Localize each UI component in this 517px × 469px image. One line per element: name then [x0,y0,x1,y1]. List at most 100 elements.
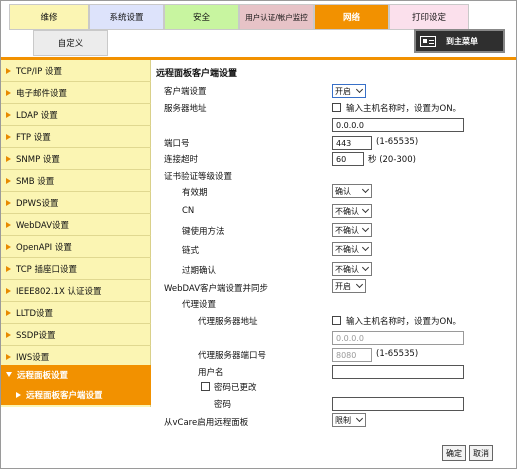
main-menu-button[interactable]: 到主菜单 [414,29,505,53]
select-value: 确认 [335,186,351,196]
sidebar-item-tcpip[interactable]: TCP/IP 设置 [1,60,151,82]
tab-system-settings[interactable]: 系统设置 [89,4,164,30]
sidebar-item-tcp-socket[interactable]: TCP 插座口设置 [1,258,151,280]
sidebar-item-label: TCP/IP 设置 [16,66,62,77]
proxy-host-name-checkbox-label: 输入主机名称时，设置为ON。 [346,317,462,327]
password-changed-checkbox[interactable] [201,382,210,391]
sidebar-item-ieee8021x[interactable]: IEEE802.1X 认证设置 [1,280,151,302]
select-value: 不确认 [335,264,359,274]
host-name-checkbox[interactable] [332,103,341,112]
username-input[interactable] [332,365,464,379]
sidebar-item-dpws[interactable]: DPWS设置 [1,192,151,214]
key-usage-select[interactable]: 不确认 [332,223,372,237]
tab-security[interactable]: 安全 [164,4,239,30]
select-value: 开启 [335,281,351,291]
tab-maintenance[interactable]: 维修 [9,4,89,30]
sidebar-item-label: SNMP 设置 [16,154,60,165]
chevron-down-icon [355,280,364,289]
input-value: 0.0.0.0 [336,333,364,343]
chevron-down-icon [355,414,364,423]
sidebar: TCP/IP 设置 电子邮件设置 LDAP 设置 FTP 设置 SNMP 设置 … [1,60,151,468]
tab-label: 自定义 [57,39,84,49]
chevron-down-icon [361,205,370,214]
proxy-port-range-hint: (1-65535) [376,349,419,359]
cn-select[interactable]: 不确认 [332,204,372,218]
arrow-right-icon [6,111,11,118]
tab-label: 系统设置 [109,13,144,23]
ok-button[interactable]: 确定 [442,445,466,461]
sidebar-item-remote-panel[interactable]: 远程面板设置 [1,365,151,385]
arrow-right-icon [6,89,11,96]
arrow-right-icon [6,177,11,184]
main-menu-icon [420,35,436,47]
arrow-right-icon [6,133,11,140]
password-changed-label: 密码已更改 [214,383,257,393]
arrow-right-icon [6,199,11,206]
arrow-right-icon [6,331,11,338]
server-address-input[interactable]: 0.0.0.0 [332,118,464,132]
sidebar-item-email[interactable]: 电子邮件设置 [1,82,151,104]
sidebar-item-snmp[interactable]: SNMP 设置 [1,148,151,170]
expiry-select[interactable]: 不确认 [332,262,372,276]
tab-user-auth[interactable]: 用户认证/帐户监控 [239,4,314,30]
sidebar-item-webdav[interactable]: WebDAV设置 [1,214,151,236]
cancel-button[interactable]: 取消 [469,445,493,461]
input-value: 0.0.0.0 [336,120,364,130]
proxy-port-input[interactable]: 8080 [332,348,372,362]
sidebar-item-label: TCP 插座口设置 [16,264,77,275]
tab-network[interactable]: 网络 [314,4,389,30]
proxy-server-input[interactable]: 0.0.0.0 [332,331,464,345]
expiry-label: 过期确认 [182,266,217,276]
proxy-port-label: 代理服务器端口号 [198,351,267,361]
sidebar-item-ldap[interactable]: LDAP 设置 [1,104,151,126]
host-name-checkbox-label: 输入主机名称时，设置为ON。 [346,104,462,114]
sidebar-item-label: DPWS设置 [16,198,59,209]
sidebar-subitem-remote-panel-client[interactable]: 远程面板客户端设置 [1,385,151,405]
client-setting-label: 客户端设置 [164,87,207,97]
proxy-server-label: 代理服务器地址 [198,317,258,327]
sidebar-item-ftp[interactable]: FTP 设置 [1,126,151,148]
input-value: 443 [336,138,352,148]
validity-label: 有效期 [182,188,208,198]
proxy-host-name-checkbox[interactable] [332,316,341,325]
arrow-right-icon [16,391,21,398]
page-title: 远程面板客户端设置 [156,69,238,79]
vcare-remote-panel-select[interactable]: 限制 [332,413,366,427]
timeout-input[interactable]: 60 [332,152,364,166]
password-input[interactable] [332,397,464,411]
sidebar-item-label: OpenAPI 设置 [16,242,72,253]
select-value: 限制 [335,415,351,425]
key-usage-label: 键使用方法 [182,227,225,237]
webdav-sync-select[interactable]: 开启 [332,279,366,293]
select-value: 开启 [335,86,351,96]
tab-label: 维修 [40,13,58,23]
chevron-down-icon [355,85,364,94]
tab-label: 网络 [342,13,360,23]
port-input[interactable]: 443 [332,136,372,150]
chevron-down-icon [361,224,370,233]
arrow-right-icon [6,155,11,162]
sidebar-item-openapi[interactable]: OpenAPI 设置 [1,236,151,258]
sidebar-item-lltd[interactable]: LLTD设置 [1,302,151,324]
sidebar-item-ssdp[interactable]: SSDP设置 [1,324,151,346]
validity-select[interactable]: 确认 [332,184,372,198]
sidebar-item-label: IEEE802.1X 认证设置 [16,286,102,297]
client-setting-select[interactable]: 开启 [332,84,366,98]
sidebar-item-smb[interactable]: SMB 设置 [1,170,151,192]
arrow-right-icon [6,287,11,294]
chain-select[interactable]: 不确认 [332,242,372,256]
sidebar-blank-area [1,407,151,468]
arrow-right-icon [6,265,11,272]
password-label: 密码 [214,400,232,410]
tab-label: 安全 [192,13,210,23]
tab-print-settings[interactable]: 打印设定 [389,4,469,30]
tab-custom[interactable]: 自定义 [33,30,108,56]
sidebar-item-label: 远程面板设置 [17,370,69,381]
sidebar-item-label: SSDP设置 [16,330,56,341]
port-range-hint: (1-65535) [376,137,419,147]
server-address-label: 服务器地址 [164,104,207,114]
tab-label: 打印设定 [411,13,446,23]
sidebar-item-label: IWS设置 [16,352,50,363]
settings-panel: 远程面板客户端设置 客户端设置 开启 服务器地址 输入主机名称时，设置为ON。 … [152,60,516,468]
arrow-right-icon [6,67,11,74]
